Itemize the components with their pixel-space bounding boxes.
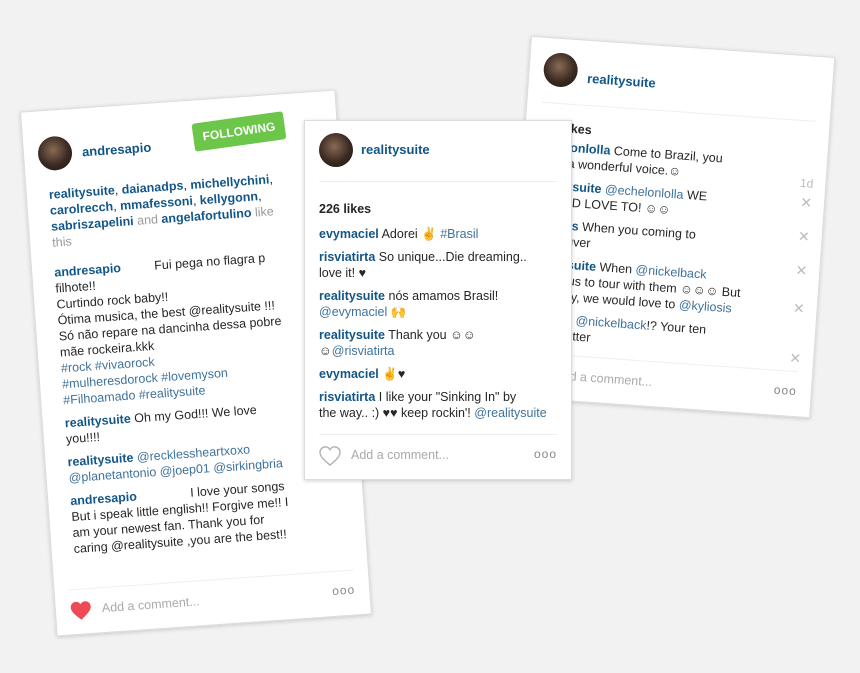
comments-list: evymaciel Adorei ✌ #Brasil risviatirta S… — [319, 226, 559, 428]
delete-comment-icon[interactable]: ✕ — [789, 350, 802, 368]
post-header: realitysuite — [527, 37, 834, 122]
comment-text: filhote!! — [54, 278, 97, 296]
comment-bar: Add a comment... ooo — [319, 434, 557, 479]
comment-user[interactable]: realitysuite — [319, 289, 385, 303]
comment-user[interactable]: realitysuite — [319, 328, 385, 342]
comment-text: So unique...Die dreaming.. — [378, 250, 527, 264]
comment-text: I like your "Sinking In" by — [378, 390, 517, 404]
comment-text: Fui pega no flagra p — [153, 250, 266, 273]
likes-count[interactable]: 226 likes — [319, 202, 371, 216]
comment-user[interactable]: evymaciel — [319, 367, 379, 381]
comment: evymaciel Adorei ✌ #Brasil — [319, 226, 559, 242]
post-timestamp: 1d — [799, 175, 814, 191]
comment: andresapio I love your songs But i speak… — [70, 474, 354, 557]
comment: realitysuite nós amamos Brasil! @evymaci… — [319, 288, 559, 320]
delete-comment-icon[interactable]: ✕ — [795, 262, 808, 280]
mention-link[interactable]: @kyliosis — [678, 298, 732, 316]
post-username[interactable]: realitysuite — [361, 142, 430, 157]
avatar[interactable] — [542, 51, 579, 89]
comment-text: WE — [686, 188, 708, 204]
mention-link[interactable]: @realitysuite — [474, 406, 546, 420]
comment-user[interactable]: realitysuite — [64, 412, 131, 431]
more-options-icon[interactable]: ooo — [534, 447, 557, 461]
post-username[interactable]: realitysuite — [587, 71, 657, 91]
divider — [319, 181, 557, 182]
comment-text: love it! ♥ — [319, 266, 367, 280]
comment: risviatirta I like your "Sinking In" by … — [319, 389, 559, 421]
comment: evymaciel ✌♥ — [319, 366, 559, 382]
comment: andresapio Fui pega no flagra p filhote!… — [54, 245, 343, 408]
liker-link[interactable]: michellychini — [190, 172, 270, 191]
comment-bar: Add a comment... ooo — [68, 569, 357, 635]
delete-comment-icon[interactable]: ✕ — [797, 228, 810, 246]
comment-text: Adorei ✌ — [381, 227, 441, 241]
add-comment-input[interactable]: Add a comment... — [351, 448, 449, 462]
following-button[interactable]: FOLLOWING — [191, 111, 287, 152]
liker-link[interactable]: sabriszapelini — [51, 214, 134, 234]
liker-link[interactable]: kellygonn — [199, 189, 258, 207]
comment-text: Oh my God!!! We love — [133, 402, 258, 426]
hashtag-link[interactable]: #Brasil — [440, 227, 478, 241]
avatar[interactable] — [36, 135, 74, 172]
liked-by-line: realitysuite, daianadps, michellychini, … — [48, 172, 275, 250]
comment-user[interactable]: andresapio — [54, 261, 122, 280]
comment-user[interactable]: risviatirta — [319, 250, 375, 264]
comment-text: Thank you ☺☺ — [388, 328, 476, 342]
post-header: andresapio FOLLOWING — [21, 91, 338, 173]
post-card-realitysuite-226: realitysuite 226 likes evymaciel Adorei … — [304, 120, 572, 480]
heart-filled-icon[interactable] — [69, 600, 92, 621]
comment-text: ✌♥ — [382, 367, 406, 381]
comment-text: When — [599, 260, 633, 277]
comment-text: nós amamos Brasil! — [388, 289, 499, 303]
post-header: realitysuite — [305, 121, 571, 181]
add-comment-input[interactable]: Add a comment... — [101, 594, 200, 615]
post-username[interactable]: andresapio — [81, 140, 151, 160]
comment-user[interactable]: risviatirta — [319, 390, 375, 404]
comment-user[interactable]: evymaciel — [319, 227, 379, 241]
comment-text: you!!!! — [65, 429, 101, 447]
mention-link[interactable]: @risviatirta — [332, 344, 395, 358]
mention-link[interactable]: @evymaciel — [319, 305, 387, 319]
liker-link[interactable]: daianadps — [121, 178, 184, 196]
delete-comment-icon[interactable]: ✕ — [800, 194, 813, 212]
more-options-icon[interactable]: ooo — [773, 383, 797, 399]
more-options-icon[interactable]: ooo — [332, 582, 356, 598]
comment-emoji: ☺ — [319, 344, 332, 358]
avatar[interactable] — [319, 133, 353, 167]
liked-by-and: and — [136, 212, 159, 228]
comment: realitysuite Thank you ☺☺ ☺@risviatirta — [319, 327, 559, 359]
comment: risviatirta So unique...Die dreaming.. l… — [319, 249, 559, 281]
comment-text: When you coming to — [581, 219, 697, 242]
comment-text: the way.. :) ♥♥ keep rockin'! — [319, 406, 471, 420]
delete-comment-icon[interactable]: ✕ — [792, 300, 805, 318]
heart-outline-icon[interactable] — [319, 446, 341, 466]
comment-text: !? Your ten — [645, 318, 707, 337]
comment-emoji: 🙌 — [390, 305, 407, 319]
